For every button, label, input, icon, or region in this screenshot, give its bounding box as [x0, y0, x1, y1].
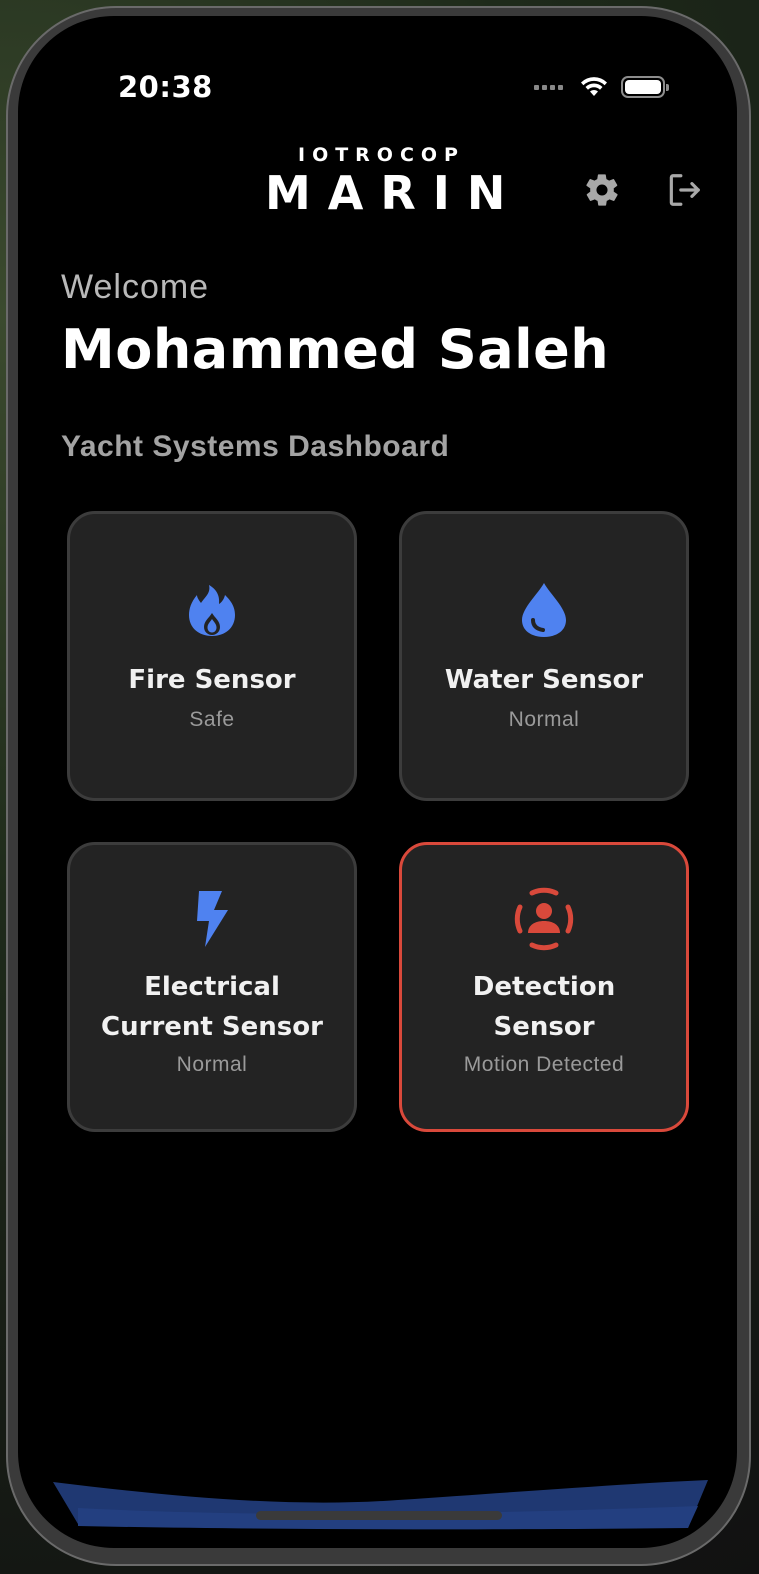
- card-status: Normal: [176, 1053, 248, 1076]
- logo-main-text: MARIN: [265, 166, 523, 220]
- card-status: Motion Detected: [463, 1053, 625, 1076]
- logo-top-text: IOTROCOP: [298, 144, 465, 166]
- welcome-text: Welcome: [61, 268, 210, 306]
- water-drop-icon: [522, 583, 566, 637]
- lightning-icon: [197, 891, 228, 947]
- brand-logo: IOTROCOP MARIN: [248, 144, 508, 216]
- card-status: Normal: [508, 708, 580, 731]
- status-icons: [534, 76, 669, 98]
- gear-icon: [586, 174, 618, 206]
- card-title-line2: Current Sensor: [101, 1012, 323, 1042]
- logout-button[interactable]: [662, 168, 706, 212]
- card-title-line1: Electrical: [144, 972, 280, 1002]
- card-title: Water Sensor: [444, 665, 644, 695]
- user-name: Mohammed Saleh: [61, 318, 610, 381]
- person-detect-icon: [514, 887, 574, 951]
- settings-button[interactable]: [580, 168, 624, 212]
- card-title-line2: Sensor: [493, 1012, 595, 1042]
- water-sensor-card[interactable]: Water Sensor Normal: [399, 511, 689, 801]
- cellular-signal-icon: [534, 84, 563, 90]
- status-time: 20:38: [118, 70, 213, 104]
- detection-sensor-card[interactable]: Detection Sensor Motion Detected: [399, 842, 689, 1132]
- battery-icon: [621, 76, 669, 98]
- app-screen: 20:38 IOTROCOP MARIN Welcome Mohammed Sa…: [18, 16, 737, 1548]
- electrical-sensor-card[interactable]: Electrical Current Sensor Normal: [67, 842, 357, 1132]
- dashboard-title: Yacht Systems Dashboard: [61, 430, 450, 463]
- flame-icon: [189, 585, 235, 636]
- card-title-line1: Detection: [472, 972, 616, 1002]
- card-title: Detection Sensor: [473, 967, 615, 1047]
- fire-sensor-card[interactable]: Fire Sensor Safe: [67, 511, 357, 801]
- home-indicator[interactable]: [256, 1511, 502, 1520]
- card-title: Electrical Current Sensor: [101, 967, 323, 1047]
- wifi-icon: [581, 77, 607, 96]
- card-status: Safe: [189, 708, 235, 731]
- card-title: Fire Sensor: [128, 665, 296, 695]
- logout-icon: [669, 174, 700, 206]
